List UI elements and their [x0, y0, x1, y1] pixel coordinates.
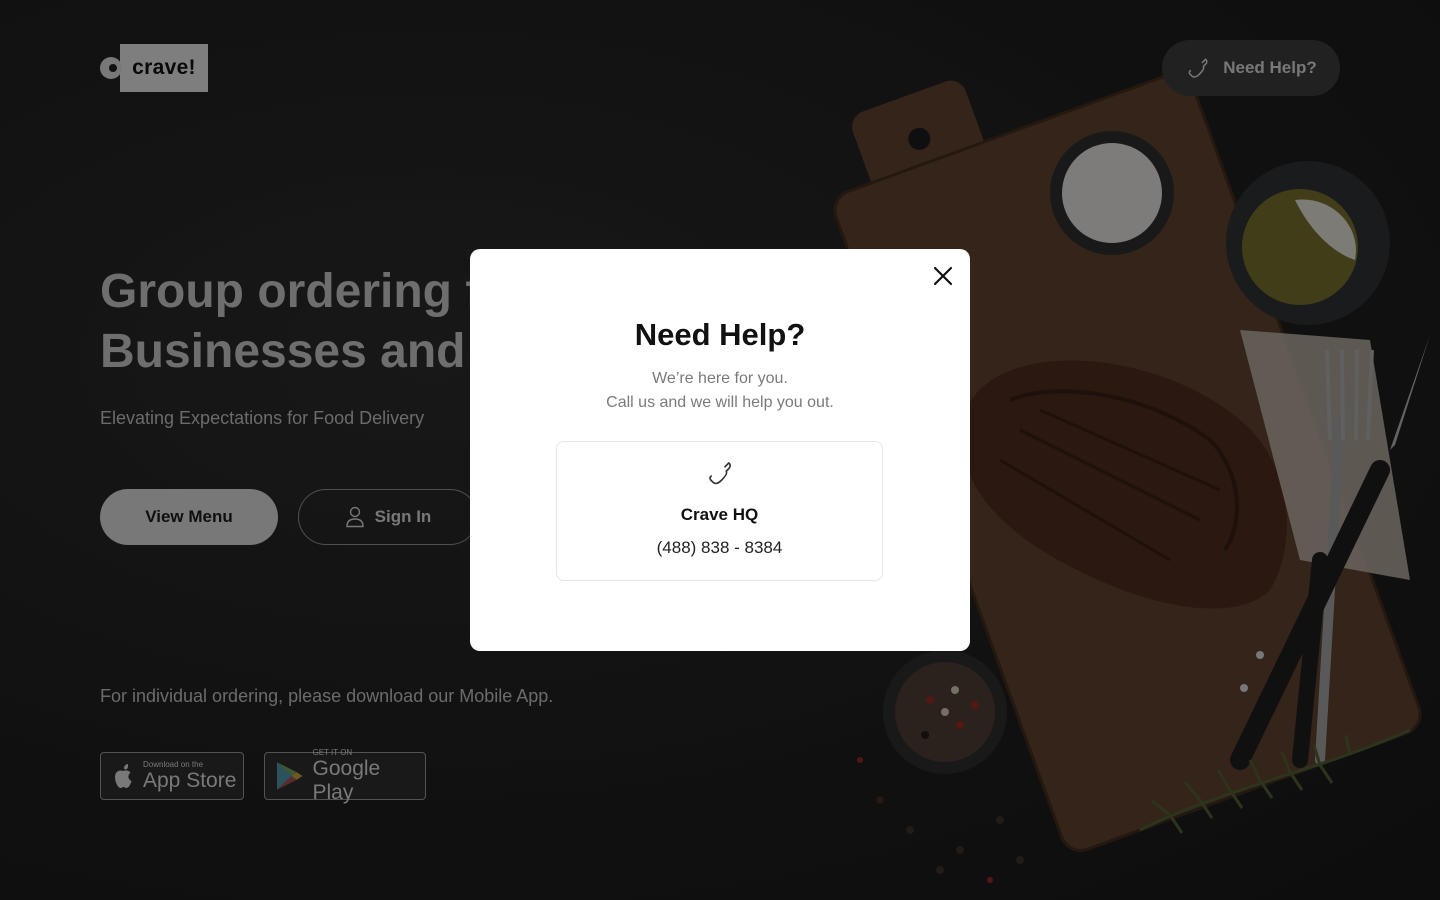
contact-name: Crave HQ	[680, 505, 759, 524]
phone-icon	[709, 462, 731, 485]
close-icon[interactable]	[932, 265, 954, 287]
modal-subtitle-line1: We’re here for you.	[652, 370, 788, 387]
contact-phone-number[interactable]: (488) 838 - 8384	[557, 538, 882, 558]
contact-card[interactable]: Crave HQ (488) 838 - 8384	[556, 441, 883, 581]
need-help-modal: Need Help? We’re here for you. Call us a…	[470, 249, 970, 651]
modal-title: Need Help?	[634, 317, 806, 352]
modal-subtitle-line2: Call us and we will help you out.	[606, 394, 834, 411]
